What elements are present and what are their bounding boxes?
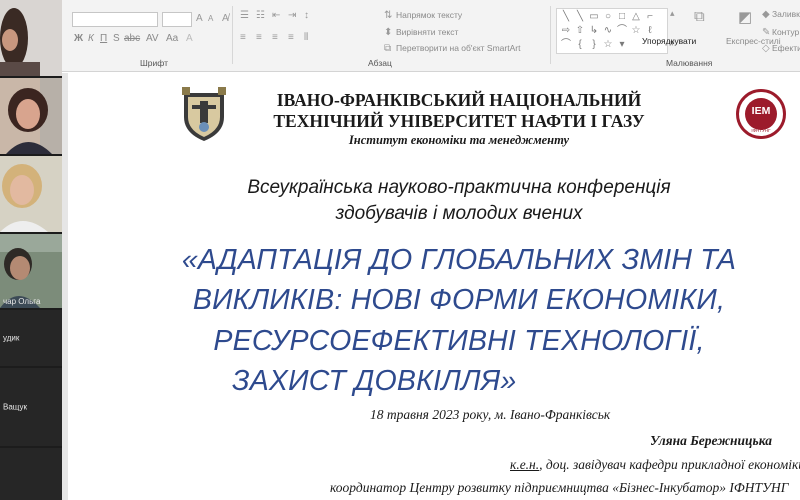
- italic-icon[interactable]: К: [88, 33, 94, 44]
- rectangle-shape-icon[interactable]: □: [615, 11, 629, 23]
- decrease-indent-icon[interactable]: ⇤: [272, 10, 280, 21]
- slide[interactable]: IEM ІФНТУНГ ІВАНО-ФРАНКІВСЬКИЙ НАЦІОНАЛЬ…: [118, 73, 800, 500]
- participant-tile[interactable]: [0, 0, 62, 76]
- conference-title-line4: ЗАХИСТ ДОВКІЛЛЯ»: [232, 365, 517, 397]
- shrink-font-icon[interactable]: A: [208, 14, 213, 23]
- participant-video-icon: [0, 156, 62, 232]
- curve-shape-icon[interactable]: ∿: [601, 25, 615, 37]
- strikethrough-icon[interactable]: abc: [124, 33, 140, 44]
- line-shape-icon[interactable]: ╲: [573, 11, 587, 23]
- participant-video-icon: [0, 0, 62, 76]
- conference-date: 18 травня 2023 року, м. Івано-Франківськ: [370, 407, 611, 422]
- shape-effects-button[interactable]: Ефекти для фігури: [772, 43, 800, 53]
- text-direction-icon[interactable]: ⇅: [384, 10, 392, 21]
- shape-outline-button[interactable]: Контур фігури: [772, 27, 800, 37]
- line-shape-icon[interactable]: ╲: [559, 11, 573, 23]
- rectangle-shape-icon[interactable]: ▭: [587, 11, 601, 23]
- align-text-button[interactable]: Вирівняти текст: [396, 27, 458, 37]
- conference-title-line2: ВИКЛИКІВ: НОВІ ФОРМИ ЕКОНОМІКИ,: [192, 284, 726, 316]
- participant-name: удик: [3, 333, 20, 343]
- arrow-shape-icon[interactable]: ⇧: [573, 25, 587, 37]
- participant-tile[interactable]: [0, 78, 62, 154]
- arrange-icon[interactable]: ⧉: [694, 8, 705, 25]
- quick-styles-icon[interactable]: ◩: [738, 8, 752, 26]
- university-name-line2: ТЕХНІЧНИЙ УНІВЕРСИТЕТ НАФТИ І ГАЗУ: [273, 111, 645, 131]
- conference-title-line3: РЕСУРСОЕФЕКТИВНІ ТЕХНОЛОГІЇ,: [213, 325, 705, 357]
- grow-font-icon[interactable]: A: [196, 13, 203, 24]
- align-left-icon[interactable]: ≡: [240, 32, 246, 43]
- brace-shape-icon[interactable]: }: [587, 39, 601, 51]
- participant-tile[interactable]: [0, 448, 62, 500]
- font-size-combo[interactable]: [162, 12, 192, 27]
- screen: чар Ольга удик Ващук A A A̸ Ж К П S abc …: [0, 0, 800, 500]
- line-spacing-icon[interactable]: ↕: [304, 10, 309, 21]
- arrange-button[interactable]: Упорядкувати: [642, 36, 696, 46]
- conference-line2: здобувачів і молодих вчених: [335, 203, 583, 224]
- gallery-scroll-icon[interactable]: ▴: [670, 8, 675, 19]
- paragraph-group-label: Абзац: [368, 58, 392, 68]
- shapes-gallery[interactable]: ╲ ╲ ▭ ○ □ △ ⌐ ⇨ ⇧ ↳ ∿ ⌒ ☆ ℓ ⌒ { } ☆ ▾: [556, 8, 668, 54]
- star-shape-icon[interactable]: ☆: [629, 25, 643, 37]
- ribbon: A A A̸ Ж К П S abc AV Aa A Шрифт ☰ ☷ ⇤ ⇥…: [62, 0, 800, 72]
- shape-effects-icon[interactable]: ◇: [762, 43, 770, 54]
- participant-tile[interactable]: удик: [0, 310, 62, 366]
- shape-fill-icon[interactable]: ◆: [762, 9, 770, 20]
- font-color-icon[interactable]: A: [186, 33, 193, 44]
- institute-name: Інститут економіки та менеджменту: [348, 133, 570, 147]
- text-direction-button[interactable]: Напрямок тексту: [396, 10, 462, 20]
- speaker-role: координатор Центру розвитку підприємницт…: [330, 480, 789, 495]
- font-group-label: Шрифт: [140, 58, 168, 68]
- speaker-title: , доц. завідувач кафедри прикладної екон…: [539, 457, 800, 472]
- participants-panel: чар Ольга удик Ващук: [0, 0, 62, 500]
- numbering-icon[interactable]: ☷: [256, 10, 265, 21]
- arc-shape-icon[interactable]: ⌒: [559, 39, 573, 51]
- brace-shape-icon[interactable]: {: [573, 39, 587, 51]
- arrow-shape-icon[interactable]: ⇨: [559, 25, 573, 37]
- bullets-icon[interactable]: ☰: [240, 10, 249, 21]
- slide-editor: IEM ІФНТУНГ ІВАНО-ФРАНКІВСЬКИЙ НАЦІОНАЛЬ…: [62, 73, 800, 500]
- slide-thumbnails-pane[interactable]: [62, 73, 68, 500]
- clear-format-icon[interactable]: A̸: [222, 13, 229, 24]
- justify-icon[interactable]: ≡: [288, 32, 294, 43]
- triangle-shape-icon[interactable]: △: [629, 11, 643, 23]
- bold-icon[interactable]: Ж: [74, 33, 83, 44]
- line-shape-icon[interactable]: ⌐: [643, 11, 657, 23]
- participant-name: Ващук: [3, 402, 27, 412]
- curve-shape-icon[interactable]: ⌒: [615, 25, 629, 37]
- char-spacing-icon[interactable]: AV: [146, 33, 159, 44]
- align-center-icon[interactable]: ≡: [256, 32, 262, 43]
- participant-video-icon: [0, 78, 62, 154]
- ribbon-separator: [232, 6, 233, 64]
- underline-icon[interactable]: П: [100, 33, 107, 44]
- shadow-icon[interactable]: S: [113, 33, 120, 44]
- more-shapes-icon[interactable]: ▾: [615, 39, 629, 51]
- font-name-combo[interactable]: [72, 12, 158, 27]
- change-case-icon[interactable]: Aa: [166, 33, 178, 44]
- shape-outline-icon[interactable]: ✎: [762, 27, 770, 38]
- powerpoint-window: A A A̸ Ж К П S abc AV Aa A Шрифт ☰ ☷ ⇤ ⇥…: [62, 0, 800, 500]
- drawing-group-label: Малювання: [666, 58, 713, 68]
- star-shape-icon[interactable]: ☆: [601, 39, 615, 51]
- align-text-icon[interactable]: ⬍: [384, 27, 392, 38]
- speaker-position: к.е.н., доц. завідувач кафедри прикладно…: [510, 457, 800, 473]
- participant-tile[interactable]: чар Ольга: [0, 234, 62, 308]
- oval-shape-icon[interactable]: ○: [601, 11, 615, 23]
- convert-smartart-button[interactable]: Перетворити на об'єкт SmartArt: [396, 43, 520, 53]
- participant-tile[interactable]: Ващук: [0, 368, 62, 446]
- university-name-line1: ІВАНО-ФРАНКІВСЬКИЙ НАЦІОНАЛЬНИЙ: [276, 90, 642, 110]
- shape-fill-button[interactable]: Заливка фігури: [772, 9, 800, 19]
- participant-name: чар Ольга: [3, 297, 41, 306]
- align-right-icon[interactable]: ≡: [272, 32, 278, 43]
- speaker-degree: к.е.н.: [510, 457, 540, 472]
- conference-line1: Всеукраїнська науково-практична конферен…: [247, 177, 671, 198]
- speaker-name: Уляна Бережницька: [650, 433, 772, 448]
- increase-indent-icon[interactable]: ⇥: [288, 10, 296, 21]
- participant-tile[interactable]: [0, 156, 62, 232]
- smartart-icon[interactable]: ⧉: [384, 43, 391, 54]
- columns-icon[interactable]: ⫴: [304, 32, 308, 43]
- ribbon-separator: [550, 6, 551, 64]
- conference-title-line1: «АДАПТАЦІЯ ДО ГЛОБАЛЬНИХ ЗМІН ТА: [181, 244, 737, 276]
- connector-shape-icon[interactable]: ↳: [587, 25, 601, 37]
